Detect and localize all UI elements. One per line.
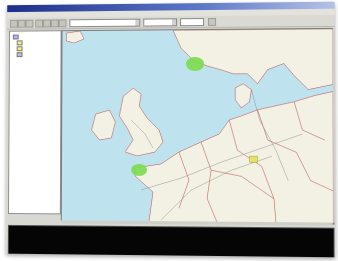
chevron-down-icon[interactable] <box>135 19 140 26</box>
layer-tree-item[interactable] <box>16 40 25 46</box>
layer-tree-item[interactable] <box>16 52 25 58</box>
open-icon[interactable] <box>17 19 26 28</box>
layer-combo[interactable] <box>143 18 178 27</box>
save-icon[interactable] <box>25 19 34 28</box>
coord-field[interactable] <box>180 18 205 27</box>
layer-swatch-icon <box>12 34 19 40</box>
output-console <box>7 224 335 258</box>
application-window <box>5 1 336 258</box>
chevron-down-icon[interactable] <box>172 19 177 26</box>
vertical-scrollbar[interactable] <box>332 27 336 223</box>
zoom-in-icon[interactable] <box>35 19 44 28</box>
scale-combo[interactable] <box>69 18 141 28</box>
highlight-norway[interactable] <box>186 56 204 71</box>
layer-swatch-icon <box>16 40 23 46</box>
highlight-brittany[interactable] <box>131 164 148 177</box>
new-icon[interactable] <box>10 19 18 28</box>
layer-swatch-icon <box>16 52 23 58</box>
layer-swatch-icon <box>16 46 23 52</box>
map-view[interactable] <box>60 27 335 225</box>
layer-tree-item[interactable] <box>16 46 25 52</box>
europe-map <box>61 28 334 224</box>
zoom-out-icon[interactable] <box>43 19 51 28</box>
info-icon[interactable] <box>208 17 217 26</box>
layer-tree-panel <box>8 30 62 215</box>
selected-region[interactable] <box>249 156 257 162</box>
pan-icon[interactable] <box>50 19 59 28</box>
select-icon[interactable] <box>58 19 67 28</box>
layer-tree-item[interactable] <box>12 34 21 40</box>
